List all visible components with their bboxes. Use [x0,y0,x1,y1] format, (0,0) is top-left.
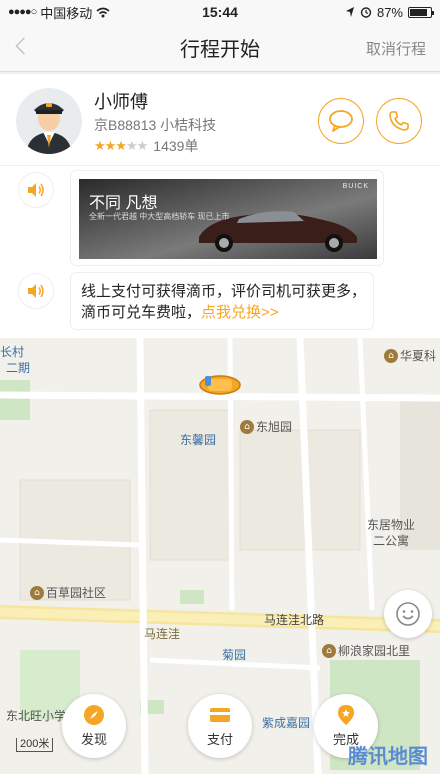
driver-avatar-icon [26,103,72,154]
status-time: 15:44 [202,4,238,20]
map-poi: ⌂ 柳浪家园北里 [322,642,410,659]
driver-avatar [16,88,82,154]
message-list: 不同 凡想 全新一代君越 中大型高档轿车 现已上市 BUICK 线上支付可获得滴… [0,166,440,338]
map-label: 二期 [6,361,31,375]
road-label: 马连洼北路 [264,613,325,627]
chat-bubble-icon [329,110,353,132]
nav-bar: 行程开始 取消行程 [0,24,440,72]
driver-plate-company: 京B88813 小桔科技 [94,117,217,133]
ad-tagline: 全新一代君越 中大型高档轿车 现已上市 [89,212,230,221]
play-voice-button[interactable] [18,172,54,208]
phone-icon [389,111,409,131]
ad-brand: BUICK [342,183,369,190]
driver-rating: ★★★★★ 1439单 [94,136,198,156]
rating-stars: ★★★★★ [94,138,148,153]
call-button[interactable] [376,98,422,144]
house-icon: ⌂ [384,348,398,363]
map-poi: ⌂ 华夏科 [384,347,436,364]
speaker-icon [28,284,44,298]
back-icon[interactable] [15,37,33,55]
ad-headline: 不同 凡想 [89,195,158,212]
location-arrow-icon [345,7,354,17]
compass-icon [84,705,104,725]
map-poi: ⌂ 东旭园 [240,418,292,435]
car-marker [199,375,241,395]
map-label: 紫成嘉园 [262,716,311,730]
map-poi: ⌂ 百草园社区 [30,584,106,601]
cancel-trip-button[interactable]: 取消行程 [366,38,426,59]
map-label: 菊园 [222,648,247,662]
speaker-icon [28,183,44,197]
carrier-label: 中国移动 [40,5,93,21]
card-icon [210,708,230,722]
battery-percent: 87% [376,4,403,20]
map-label: 长村 [0,345,25,359]
order-count: 1439单 [153,138,199,154]
map-label: 马连洼 [144,627,181,641]
feedback-button[interactable] [384,590,432,638]
house-icon: ⌂ [30,585,44,600]
pay-label: 支付 [206,732,233,747]
discover-button[interactable]: 发现 [62,694,126,758]
driver-card: 小师傅 京B88813 小桔科技 ★★★★★ 1439单 [0,74,440,166]
map-scale: 200米 [16,738,54,752]
map-label: 东北旺小学 [6,709,67,723]
map-label: 东馨园 [180,433,217,447]
map-label: 东居物业二公寓 [366,518,415,548]
battery-fill [410,8,428,16]
message-button[interactable] [318,98,364,144]
ad-bubble[interactable]: 不同 凡想 全新一代君越 中大型高档轿车 现已上市 BUICK [70,170,384,266]
alarm-icon [360,7,372,18]
page-title: 行程开始 [180,39,260,61]
house-icon: ⌂ [240,419,254,434]
discover-label: 发现 [80,732,107,747]
location-pin-icon [338,705,354,725]
status-bar: ●●●●○ 中国移动 15:44 87% [0,0,440,24]
wifi-icon [96,7,110,17]
battery-icon [408,6,434,18]
map-provider-logo: 腾讯地图 [348,746,428,768]
ad-banner[interactable]: 不同 凡想 全新一代君越 中大型高档轿车 现已上市 BUICK [79,179,377,259]
house-icon: ⌂ [322,643,336,658]
smiley-icon [396,602,420,626]
play-voice-button[interactable] [18,273,54,309]
pay-button[interactable]: 支付 [188,694,252,758]
driver-name: 小师傅 [94,92,148,112]
promo-bubble: 线上支付可获得滴币，评价司机可获更多，滴币可兑车费啦，点我兑换>> [70,272,374,330]
signal-icon: ●●●●○ [8,6,37,18]
promo-text: 线上支付可获得滴币，评价司机可获更多，滴币可兑车费啦，点我兑换>> [81,281,371,323]
redeem-link[interactable]: 点我兑换>> [201,304,279,321]
